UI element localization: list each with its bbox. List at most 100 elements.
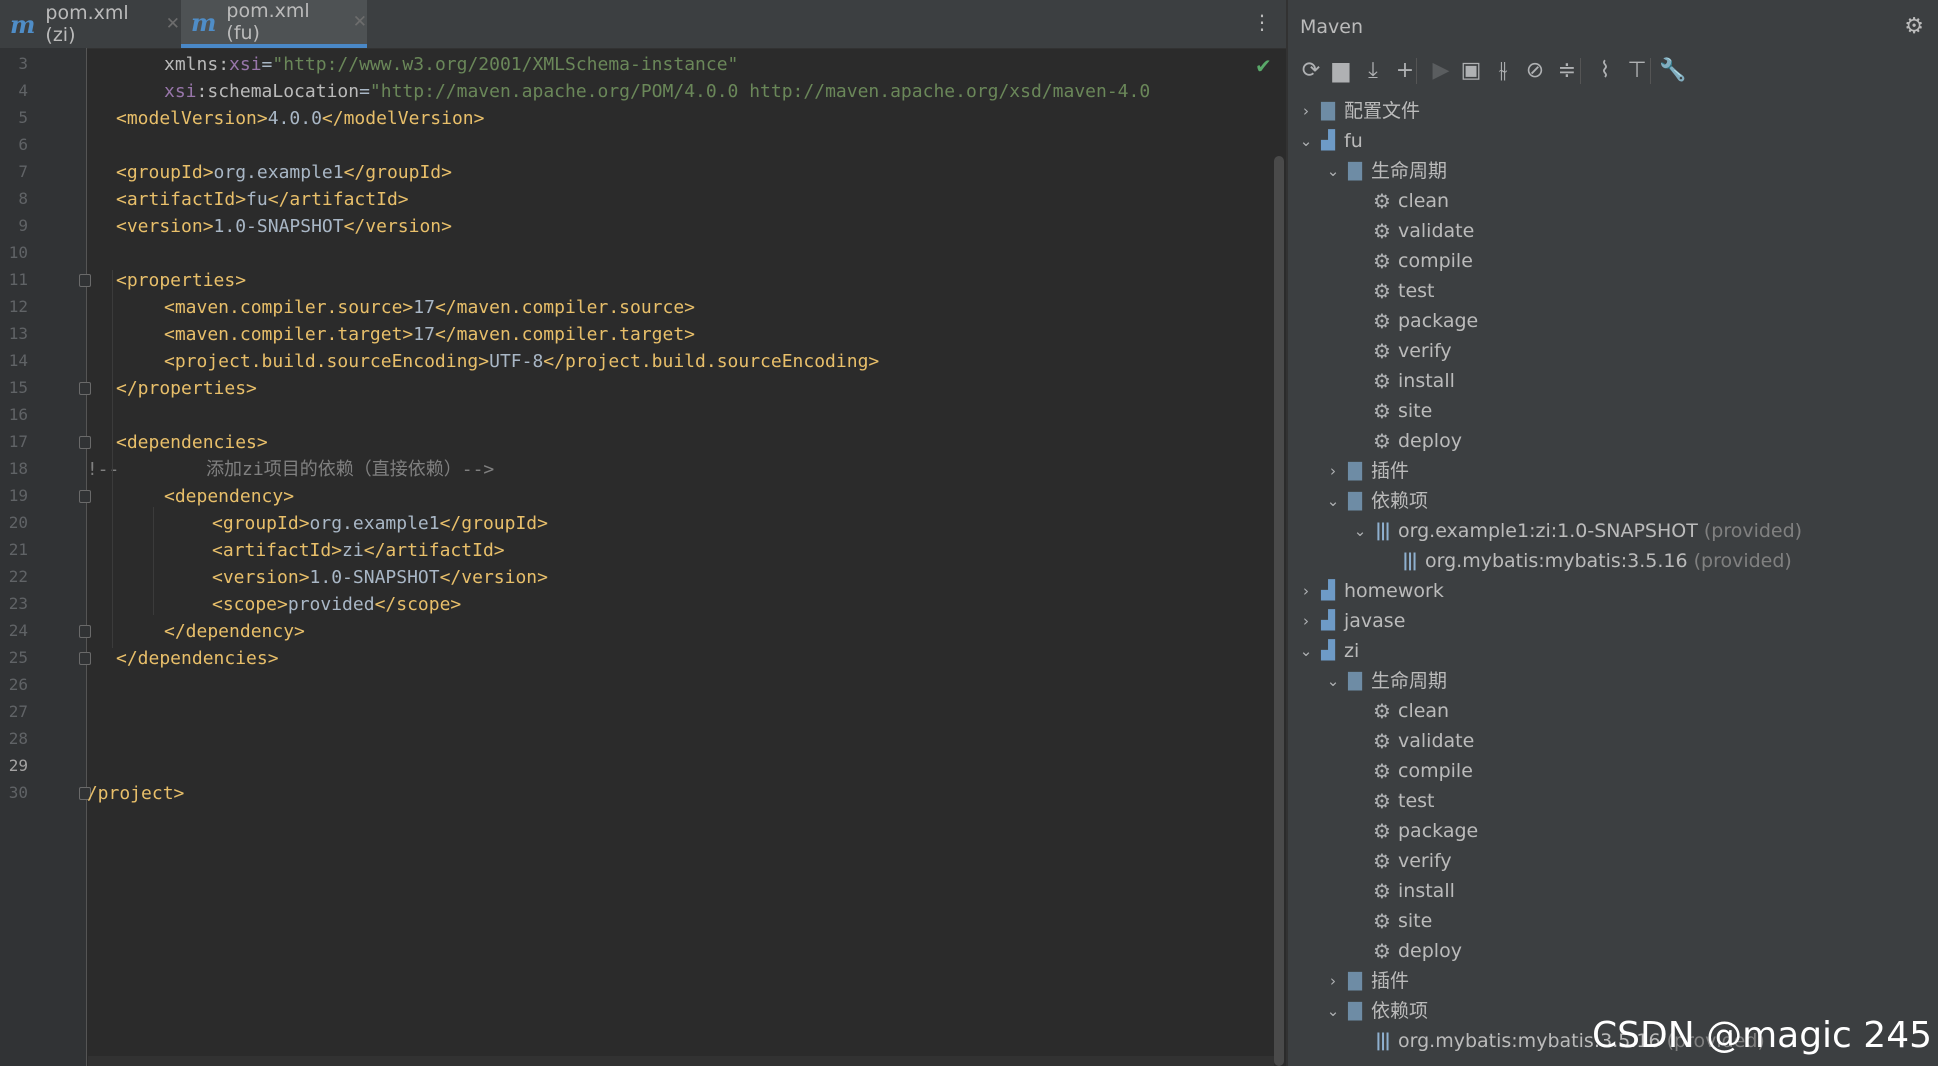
line-number: 30 [8, 783, 28, 802]
goal-gear-icon: ⚙ [1373, 759, 1391, 783]
expand-all-icon[interactable]: ⊤ [1622, 52, 1652, 88]
toolbar-separator [1416, 58, 1417, 84]
tree-node-label: 插件 [1371, 970, 1410, 992]
show-dependencies-icon[interactable]: ⌇ [1590, 52, 1620, 88]
more-options-icon[interactable]: ⋮ [1252, 12, 1272, 32]
module-icon: ▟ [1321, 580, 1335, 601]
chevron-right-icon[interactable]: › [1296, 606, 1316, 636]
tree-node-label: javase [1344, 610, 1406, 632]
tab-pom-zi[interactable]: m pom.xml (zi) ✕ [0, 0, 180, 48]
tree-node[interactable]: › ▟ javase [1296, 606, 1405, 636]
tree-node[interactable]: ⚙ site [1350, 906, 1432, 936]
code-line-14: <project.build.sourceEncoding>UTF-8</pro… [164, 351, 880, 372]
add-folder-icon[interactable]: ▆ [1326, 52, 1356, 88]
module-icon: ▟ [1321, 610, 1335, 631]
goal-gear-icon: ⚙ [1373, 249, 1391, 273]
tree-node[interactable]: ⚙ package [1350, 306, 1478, 336]
tree-node-label: org.example1:zi:1.0-SNAPSHOT [1398, 520, 1698, 542]
tree-node[interactable]: ⌄ ▇ 依赖项 [1323, 996, 1428, 1026]
tree-node[interactable]: ⚙ deploy [1350, 426, 1462, 456]
reload-icon[interactable]: ⟳ [1296, 52, 1326, 88]
tree-node[interactable]: ⚙ compile [1350, 246, 1473, 276]
tree-node[interactable]: ⚙ deploy [1350, 936, 1462, 966]
profiles-icon: ▇ [1321, 100, 1335, 121]
line-number: 28 [8, 729, 28, 748]
tree-node[interactable]: ⚙ verify [1350, 336, 1452, 366]
tree-node[interactable]: › ▟ homework [1296, 576, 1444, 606]
tree-node-label: verify [1398, 850, 1452, 872]
chevron-down-icon[interactable]: ⌄ [1323, 156, 1343, 186]
close-icon[interactable]: ✕ [166, 14, 180, 34]
tree-node-label: site [1398, 910, 1433, 932]
chevron-right-icon[interactable]: › [1296, 96, 1316, 126]
chevron-right-icon[interactable]: › [1296, 576, 1316, 606]
line-number: 7 [18, 162, 28, 181]
tab-pom-fu[interactable]: m pom.xml (fu) ✕ [181, 0, 367, 48]
tree-node[interactable]: ⌄ ▇ 生命周期 [1323, 666, 1447, 696]
tree-node[interactable]: ⚙ validate [1350, 726, 1474, 756]
tree-node[interactable]: ⚙ test [1350, 786, 1434, 816]
line-number: 23 [8, 594, 28, 613]
chevron-down-icon[interactable]: ⌄ [1323, 486, 1343, 516]
library-icon: ||| [1375, 1030, 1391, 1051]
line-number: 11 [8, 270, 28, 289]
chevron-down-icon[interactable]: ⌄ [1350, 516, 1370, 546]
tree-node[interactable]: ||| org.mybatis:mybatis:3.5.16 (provided) [1377, 546, 1792, 576]
line-number: 6 [18, 135, 28, 154]
tree-node[interactable]: ⌄ ▇ 生命周期 [1323, 156, 1447, 186]
tree-node[interactable]: › ▇ 配置文件 [1296, 96, 1420, 126]
chevron-down-icon[interactable]: ⌄ [1323, 996, 1343, 1026]
tree-node[interactable]: › ▇ 插件 [1323, 966, 1409, 996]
line-number: 14 [8, 351, 28, 370]
gear-icon[interactable]: ⚙ [1904, 14, 1924, 39]
toolbar-separator [1650, 58, 1651, 84]
goal-gear-icon: ⚙ [1373, 819, 1391, 843]
line-number: 18 [8, 459, 28, 478]
chevron-down-icon[interactable]: ⌄ [1323, 666, 1343, 696]
close-icon[interactable]: ✕ [353, 12, 367, 32]
library-icon: ||| [1375, 520, 1391, 541]
tree-node[interactable]: ⚙ clean [1350, 696, 1449, 726]
wrench-icon[interactable]: 🔧 [1658, 52, 1688, 88]
toggle-offline-icon[interactable]: ⫳ [1488, 52, 1518, 88]
tree-node[interactable]: ⚙ clean [1350, 186, 1449, 216]
tree-node[interactable]: ⚙ install [1350, 366, 1455, 396]
tree-node[interactable]: ⚙ validate [1350, 216, 1474, 246]
download-icon[interactable]: ⤓ [1358, 52, 1388, 88]
tree-node[interactable]: ⚙ install [1350, 876, 1455, 906]
tree-node-label: validate [1398, 730, 1475, 752]
execute-goal-icon[interactable]: ▣ [1456, 52, 1486, 88]
collapse-all-icon[interactable]: ≑ [1552, 52, 1582, 88]
code-line-5: <modelVersion>4.0.0</modelVersion> [116, 108, 485, 129]
tree-node[interactable]: ⌄ ||| org.example1:zi:1.0-SNAPSHOT (provide… [1350, 516, 1802, 546]
chevron-right-icon[interactable]: › [1323, 456, 1343, 486]
tree-node[interactable]: › ▇ 插件 [1323, 456, 1409, 486]
tree-node[interactable]: ⌄ ▟ fu [1296, 126, 1363, 156]
tree-node[interactable]: ⌄ ▟ zi [1296, 636, 1360, 666]
tree-node-label: 生命周期 [1371, 670, 1448, 692]
goal-gear-icon: ⚙ [1373, 339, 1391, 363]
chevron-down-icon[interactable]: ⌄ [1296, 636, 1316, 666]
tree-node[interactable]: ⚙ compile [1350, 756, 1473, 786]
dependency-scope: (provided) [1693, 550, 1792, 572]
code-area[interactable]: xmlns:xsi="http://www.w3.org/2001/XMLSch… [88, 48, 1274, 1066]
tree-node[interactable]: ⚙ package [1350, 816, 1478, 846]
tab-label: pom.xml (zi) [45, 2, 129, 46]
tree-node[interactable]: ⚙ site [1350, 396, 1432, 426]
goal-gear-icon: ⚙ [1373, 939, 1391, 963]
tree-node[interactable]: ⚙ test [1350, 276, 1435, 306]
no-problems-check-icon[interactable]: ✔ [1255, 54, 1272, 78]
goal-gear-icon: ⚙ [1373, 369, 1391, 393]
chevron-right-icon[interactable]: › [1323, 966, 1343, 996]
dependencies-folder-icon: ▇ [1348, 490, 1362, 511]
line-number: 4 [18, 81, 28, 100]
chevron-down-icon[interactable]: ⌄ [1296, 126, 1316, 156]
indent-guide [153, 507, 154, 615]
run-icon[interactable]: ▶ [1426, 52, 1456, 88]
tree-node[interactable]: ⌄ ▇ 依赖项 [1323, 486, 1428, 516]
skip-tests-icon[interactable]: ⊘ [1520, 52, 1550, 88]
tree-node[interactable]: ⚙ verify [1350, 846, 1452, 876]
tree-node-label: test [1398, 280, 1435, 302]
code-line-15: </properties> [116, 378, 257, 399]
vertical-scrollbar[interactable] [1274, 156, 1284, 1066]
